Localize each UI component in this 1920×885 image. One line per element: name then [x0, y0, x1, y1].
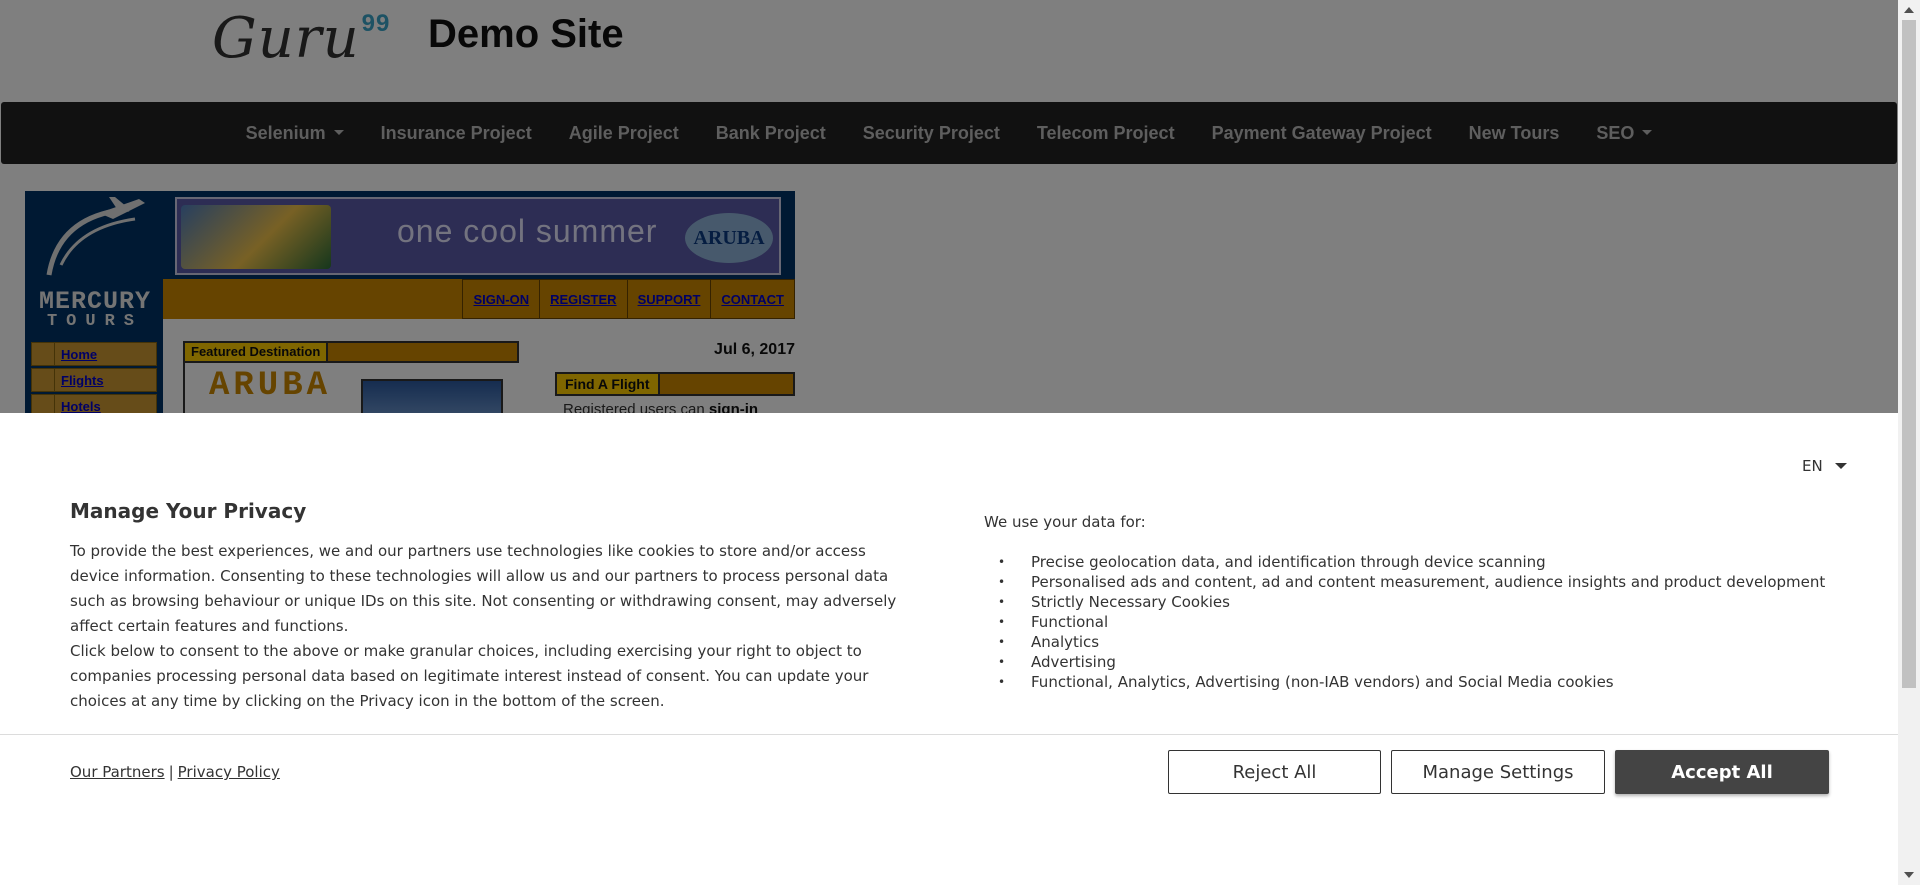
reject-all-button[interactable]: Reject All [1168, 750, 1381, 794]
privacy-title: Manage Your Privacy [70, 499, 307, 523]
list-item: Analytics [984, 632, 1825, 652]
data-uses-list: Precise geolocation data, and identifica… [984, 552, 1825, 692]
link-separator: | [168, 763, 174, 781]
scrollbar-thumb[interactable] [1902, 20, 1916, 688]
list-item: Strictly Necessary Cookies [984, 592, 1825, 612]
manage-settings-button[interactable]: Manage Settings [1391, 750, 1605, 794]
data-uses-header: We use your data for: [984, 513, 1146, 531]
privacy-description: To provide the best experiences, we and … [70, 539, 915, 714]
privacy-paragraph-2: Click below to consent to the above or m… [70, 642, 869, 710]
chevron-down-icon [1834, 463, 1847, 469]
list-item: Functional [984, 612, 1825, 632]
list-item: Advertising [984, 652, 1825, 672]
privacy-banner: EN Manage Your Privacy To provide the be… [0, 413, 1898, 885]
page: Guru99 Demo Site Selenium Insurance Proj… [0, 0, 1898, 885]
language-label: EN [1802, 457, 1823, 475]
accept-all-button[interactable]: Accept All [1615, 750, 1829, 794]
our-partners-link[interactable]: Our Partners [70, 763, 165, 781]
vertical-scrollbar[interactable] [1898, 0, 1920, 885]
divider [0, 734, 1898, 735]
privacy-policy-link[interactable]: Privacy Policy [178, 763, 280, 781]
list-item: Functional, Analytics, Advertising (non-… [984, 672, 1825, 692]
privacy-paragraph-1: To provide the best experiences, we and … [70, 542, 897, 635]
scroll-up-arrow-icon[interactable] [1904, 7, 1914, 13]
list-item: Personalised ads and content, ad and con… [984, 572, 1825, 592]
language-selector[interactable]: EN [1802, 457, 1847, 475]
scroll-down-arrow-icon[interactable] [1904, 872, 1914, 878]
list-item: Precise geolocation data, and identifica… [984, 552, 1825, 572]
privacy-footer-links: Our Partners | Privacy Policy [70, 763, 280, 781]
